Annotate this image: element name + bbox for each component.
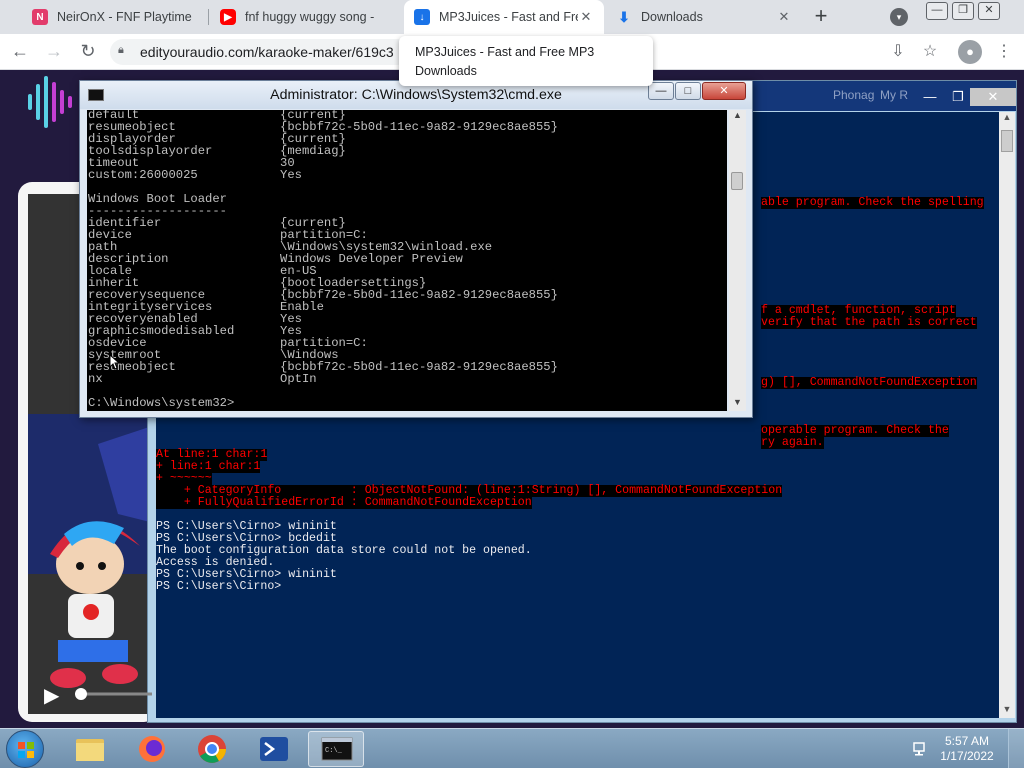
video-seek-bar[interactable] xyxy=(74,687,152,701)
close-tab-icon[interactable]: ✕ xyxy=(776,9,792,25)
system-clock[interactable]: 5:57 AM 1/17/2022 xyxy=(934,734,1000,764)
tab-hover-tooltip: MP3Juices - Fast and Free MP3 Downloads xyxy=(399,36,653,86)
taskbar-powershell[interactable] xyxy=(246,731,302,767)
tab-neironx[interactable]: N NeirOnX - FNF Playtime xyxy=(22,0,206,34)
tab-search-icon[interactable]: ▾ xyxy=(890,8,908,26)
show-desktop-button[interactable] xyxy=(1008,729,1024,768)
tab-label: NeirOnX - FNF Playtime xyxy=(57,10,192,24)
neironx-favicon-icon: N xyxy=(32,9,48,25)
youtube-favicon-icon: ▶ xyxy=(220,9,236,25)
bcd-entry-row: resumeobject {bcbbf72c-5b0d-11ec-9a82-912… xyxy=(88,360,558,374)
tab-youtube[interactable]: ▶ fnf huggy wuggy song - xyxy=(210,0,400,34)
powershell-scrollbar[interactable]: ▲ ▼ xyxy=(999,112,1015,718)
tooltip-subtitle: Downloads xyxy=(415,64,477,78)
close-icon[interactable]: ✕ xyxy=(970,88,1016,106)
tooltip-title: MP3Juices - Fast and Free MP3 xyxy=(415,45,595,59)
svg-text:C:\_: C:\_ xyxy=(325,747,343,755)
tab-label: Downloads xyxy=(641,10,703,24)
tab-mp3juices[interactable]: ↓ MP3Juices - Fast and Free ✕ xyxy=(404,0,604,34)
bcd-entry-row: nx OptIn xyxy=(88,372,317,386)
bcd-entry-row: custom:26000025 Yes xyxy=(88,168,302,182)
close-tab-icon[interactable]: ✕ xyxy=(578,9,594,25)
address-bar[interactable]: edityouraudio.com/karaoke-maker/619c3 xyxy=(110,39,410,65)
menu-fragment: My R xyxy=(880,88,908,102)
profile-avatar-icon[interactable]: ● xyxy=(958,40,982,64)
cmd-scrollbar[interactable]: ▲ ▼ xyxy=(729,110,746,411)
close-window-button[interactable]: ✕ xyxy=(978,2,1000,20)
maximize-icon[interactable]: □ xyxy=(675,82,701,100)
tab-downloads[interactable]: ⬇ Downloads ✕ xyxy=(606,0,802,34)
new-tab-button[interactable]: + xyxy=(808,4,834,30)
restore-button[interactable]: ❐ xyxy=(952,2,974,20)
mouse-pointer-icon xyxy=(109,354,121,370)
download-arrow-icon: ⬇ xyxy=(618,8,630,25)
minimize-button[interactable]: — xyxy=(926,2,948,20)
taskbar-chrome[interactable] xyxy=(184,731,240,767)
minimize-icon[interactable]: — xyxy=(916,88,944,106)
tab-label: MP3Juices - Fast and Free xyxy=(439,10,578,24)
error-line: g) [], CommandNotFoundException xyxy=(761,376,977,389)
install-app-icon[interactable]: ⇩ xyxy=(886,40,910,64)
back-arrow-icon[interactable]: ← xyxy=(8,40,32,64)
forward-arrow-icon[interactable]: → xyxy=(42,40,66,64)
clock-date: 1/17/2022 xyxy=(940,749,994,763)
error-line: ry again. xyxy=(761,436,824,449)
cmd-console[interactable]: default {current} resumeobject {bcbbf72c-5… xyxy=(87,110,727,411)
scroll-thumb[interactable] xyxy=(1001,130,1013,152)
firefox-icon xyxy=(139,736,165,762)
taskbar-explorer[interactable] xyxy=(62,731,118,767)
cmd-prompt: C:\Windows\system32> xyxy=(88,396,235,410)
browser-tab-strip: N NeirOnX - FNF Playtime ▶ fnf huggy wug… xyxy=(0,0,1024,34)
start-button[interactable] xyxy=(6,730,44,768)
minimize-icon[interactable]: — xyxy=(648,82,674,100)
tab-label: fnf huggy wuggy song - xyxy=(245,10,375,24)
maximize-icon[interactable]: ❐ xyxy=(944,88,972,106)
site-waveform-logo-icon[interactable] xyxy=(24,74,74,130)
lock-icon[interactable]: 🔒︎ xyxy=(118,44,130,59)
scroll-down-icon[interactable]: ▼ xyxy=(999,704,1015,718)
taskbar-cmd[interactable]: C:\_ xyxy=(308,731,364,767)
scroll-up-icon[interactable]: ▲ xyxy=(729,110,746,124)
bookmark-star-icon[interactable]: ☆ xyxy=(918,40,942,64)
play-icon[interactable]: ▶ xyxy=(44,683,64,707)
cmd-icon: C:\_ xyxy=(321,737,353,761)
error-line: + FullyQualifiedErrorId : CommandNotFoun… xyxy=(156,496,532,509)
menu-kebab-icon[interactable]: ⋮ xyxy=(992,40,1016,64)
network-icon[interactable] xyxy=(912,741,930,757)
reload-icon[interactable]: ↻ xyxy=(76,40,100,64)
close-icon[interactable]: ✕ xyxy=(702,82,746,100)
download-favicon-icon: ↓ xyxy=(414,9,430,25)
cmd-window[interactable]: Administrator: C:\Windows\System32\cmd.e… xyxy=(79,80,753,418)
scroll-up-icon[interactable]: ▲ xyxy=(999,112,1015,126)
menu-fragment: Phonag xyxy=(833,88,875,102)
windows-taskbar: C:\_ 5:57 AM 1/17/2022 xyxy=(0,728,1024,768)
bcd-entry-row: description Windows Developer Preview xyxy=(88,252,463,266)
folder-icon xyxy=(76,739,104,761)
taskbar-firefox[interactable] xyxy=(124,731,180,767)
chrome-icon xyxy=(198,735,226,763)
powershell-icon xyxy=(260,737,288,761)
error-line: verify that the path is correct xyxy=(761,316,977,329)
clock-time: 5:57 AM xyxy=(944,734,990,748)
scroll-down-icon[interactable]: ▼ xyxy=(729,397,746,411)
console-prompt: PS C:\Users\Cirno> xyxy=(156,580,282,593)
scroll-thumb[interactable] xyxy=(731,172,743,190)
windows-logo-icon xyxy=(18,742,34,758)
tab-divider xyxy=(208,9,209,25)
error-line: able program. Check the spelling xyxy=(761,196,984,209)
